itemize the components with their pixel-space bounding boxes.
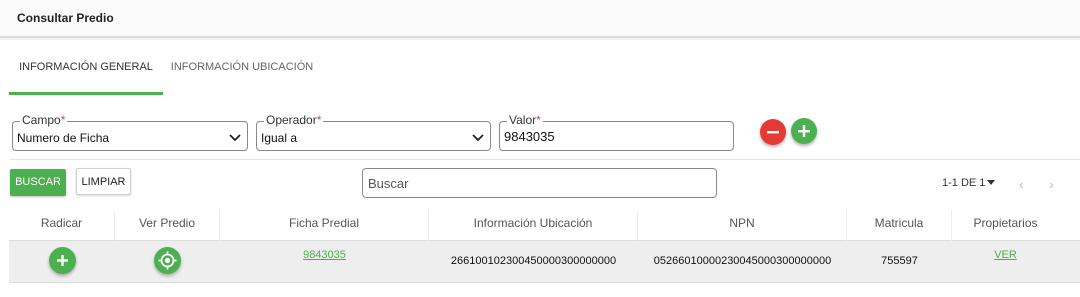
campo-label: Campo*: [20, 113, 68, 127]
page-header: Consultar Predio: [0, 0, 1080, 38]
campo-select[interactable]: Campo* Numero de Ficha: [12, 113, 248, 151]
chevron-right-icon[interactable]: ›: [1049, 176, 1054, 192]
operador-value: Igual a: [261, 131, 298, 145]
column-header-npn: NPN: [638, 210, 847, 241]
propietarios-cell: VER: [952, 241, 1059, 283]
table-row: 9843035 266100102300450000300000000 0526…: [9, 241, 1080, 283]
matricula-cell: 755597: [881, 255, 918, 267]
column-header-ficha-predial: Ficha Predial: [220, 210, 429, 241]
npn-cell: 05266010000230045000300000000: [653, 255, 832, 267]
column-header-informacion-ubicacion: Información Ubicación: [429, 210, 638, 241]
limpiar-button[interactable]: LIMPIAR: [76, 168, 131, 195]
caret-down-icon: [987, 180, 996, 185]
add-filter-button[interactable]: [791, 118, 817, 144]
column-header-ver-predio: Ver Predio: [115, 210, 220, 241]
page-title: Consultar Predio: [17, 11, 114, 25]
minus-icon: [767, 131, 779, 134]
remove-filter-button[interactable]: [760, 119, 786, 145]
gps-target-icon: [158, 251, 177, 270]
table-header: Radicar Ver Predio Ficha Predial Informa…: [9, 210, 1080, 241]
operador-label: Operador*: [264, 113, 324, 127]
tab-informacion-ubicacion[interactable]: INFORMACIÓN UBICACIÓN: [163, 40, 321, 95]
chevron-down-icon: [472, 134, 484, 142]
column-header-matricula: Matricula: [847, 210, 952, 241]
column-header-radicar: Radicar: [9, 210, 115, 241]
search-input[interactable]: [363, 169, 716, 197]
chevron-left-icon[interactable]: ‹: [1019, 176, 1024, 192]
pagination-select[interactable]: 1-1 DE 1: [942, 177, 996, 189]
valor-label: Valor*: [507, 113, 543, 127]
valor-value: 9843035: [504, 129, 555, 144]
ficha-predial-link[interactable]: 9843035: [303, 249, 346, 261]
valor-input[interactable]: Valor* 9843035: [499, 113, 734, 151]
search-field[interactable]: [362, 168, 717, 198]
ver-predio-button[interactable]: [154, 247, 181, 274]
divider: [9, 159, 1080, 160]
ver-propietarios-link[interactable]: VER: [994, 249, 1017, 261]
chevron-down-icon: [229, 134, 241, 142]
buscar-button[interactable]: BUSCAR: [10, 169, 66, 196]
column-header-propietarios: Propietarios: [973, 216, 1038, 230]
radicar-button[interactable]: [49, 247, 76, 274]
plus-icon: [798, 125, 810, 137]
campo-value: Numero de Ficha: [17, 131, 110, 145]
plus-icon: [57, 255, 68, 266]
pagination-label: 1-1 DE 1: [942, 177, 986, 189]
tab-informacion-general[interactable]: INFORMACIÓN GENERAL: [9, 40, 163, 95]
informacion-ubicacion-cell: 266100102300450000300000000: [450, 255, 617, 267]
operador-select[interactable]: Operador* Igual a: [256, 113, 491, 151]
ficha-predial-cell: 9843035: [220, 241, 429, 283]
